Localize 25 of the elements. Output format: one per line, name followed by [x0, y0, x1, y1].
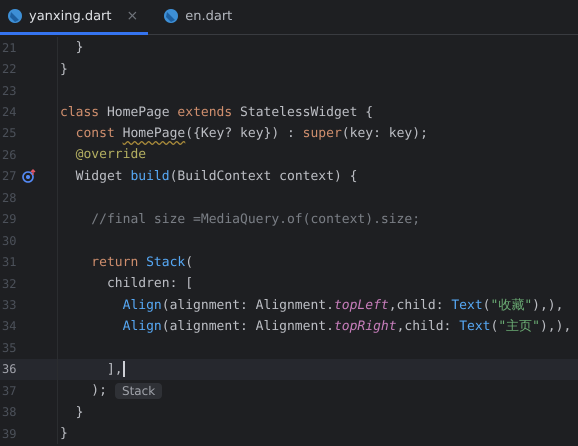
code-line: } — [74, 404, 84, 420]
code-line: return Stack( — [90, 254, 194, 270]
code-line: } — [59, 426, 68, 442]
code-line: class HomePage extends StatelessWidget { — [59, 104, 374, 120]
code-line: const HomePage({Key? key}) : super(key: key); — [74, 126, 428, 141]
dart-file-icon — [164, 9, 178, 23]
file-tab[interactable]: yanxing.dart × — [0, 0, 148, 35]
file-tab[interactable]: en.dart — [156, 0, 242, 35]
tab-label: en.dart — [185, 8, 232, 24]
code-line: } — [59, 62, 68, 77]
code-line: @override — [74, 147, 146, 162]
code-line: ); — [90, 383, 107, 398]
code-line: children: [ — [106, 276, 194, 292]
code-line: ], — [106, 362, 123, 377]
tab-label: yanxing.dart — [29, 8, 112, 24]
dart-file-icon — [8, 9, 22, 23]
text-caret — [122, 361, 125, 378]
inlay-hint: Stack — [114, 382, 162, 399]
code-line: Align(alignment: Alignment.topRight,child: Text("主页"),), — [122, 318, 572, 336]
code-line: } — [74, 40, 84, 56]
code-line: Align(alignment: Alignment.topLeft,child: Text("收藏"),), — [122, 296, 564, 314]
code-line: Widget build(BuildContext context) { — [74, 168, 358, 184]
code-line: //final size =MediaQuery.of(context).size; — [90, 212, 420, 227]
line-number: 36 — [1, 362, 18, 376]
override-marker-icon[interactable] — [22, 169, 36, 184]
